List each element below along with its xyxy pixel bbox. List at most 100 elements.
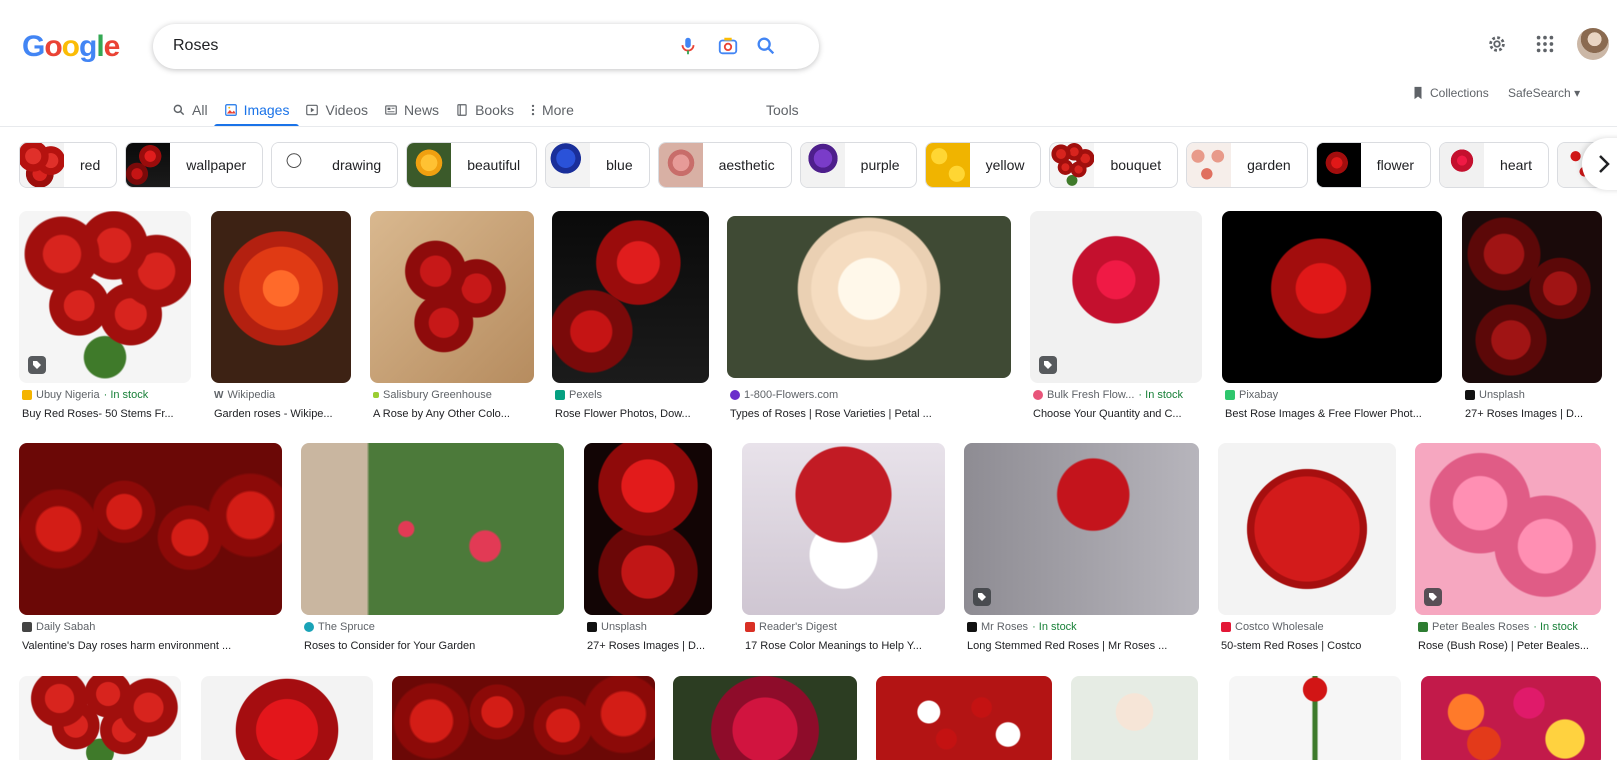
settings-gear-icon[interactable] xyxy=(1486,33,1508,55)
apps-grid-icon[interactable] xyxy=(1534,33,1556,55)
result-image[interactable] xyxy=(1222,211,1442,383)
chip-label: heart xyxy=(1500,157,1532,173)
account-avatar[interactable] xyxy=(1577,28,1609,60)
chip-garden[interactable]: garden xyxy=(1186,142,1308,188)
search-input[interactable]: Roses xyxy=(173,37,218,55)
result-title[interactable]: 50-stem Red Roses | Costco xyxy=(1221,640,1399,652)
result-source[interactable]: Costco Wholesale xyxy=(1221,621,1324,633)
chip-beautiful[interactable]: beautiful xyxy=(406,142,538,188)
result-source[interactable]: Ubuy Nigeria · In stock xyxy=(22,389,148,401)
result-source[interactable]: Salisbury Greenhouse xyxy=(373,389,492,401)
result-title[interactable]: Buy Red Roses- 50 Stems Fr... xyxy=(22,408,194,420)
result-image[interactable] xyxy=(727,216,1011,378)
tab-label: Images xyxy=(243,102,290,118)
chip-label: flower xyxy=(1376,157,1415,173)
tab-images[interactable]: Images xyxy=(213,96,300,127)
result-title[interactable]: Choose Your Quantity and C... xyxy=(1033,408,1205,420)
tools-button[interactable]: Tools xyxy=(766,96,799,124)
result-source[interactable]: Pexels xyxy=(555,389,602,401)
chip-flower[interactable]: flower xyxy=(1315,142,1432,188)
result-image[interactable] xyxy=(211,211,351,383)
favicon-icon xyxy=(1225,390,1235,400)
search-icon[interactable] xyxy=(755,35,777,57)
favicon-icon xyxy=(745,622,755,632)
result-title[interactable]: Valentine's Day roses harm environment .… xyxy=(22,640,285,652)
result-source[interactable]: Bulk Fresh Flow... · In stock xyxy=(1033,389,1183,401)
result-image[interactable] xyxy=(552,211,709,383)
result-image[interactable] xyxy=(19,211,191,383)
chip-thumbnail xyxy=(1050,143,1095,187)
source-name: Ubuy Nigeria xyxy=(36,389,100,401)
result-source[interactable]: Pixabay xyxy=(1225,389,1278,401)
result-image[interactable] xyxy=(201,676,373,760)
chip-purple[interactable]: purple xyxy=(799,142,917,188)
result-title[interactable]: Best Rose Images & Free Flower Phot... xyxy=(1225,408,1445,420)
collections-button[interactable]: Collections xyxy=(1412,86,1489,100)
result-source[interactable]: The Spruce xyxy=(304,621,375,633)
result-title[interactable]: 27+ Roses Images | D... xyxy=(1465,408,1605,420)
result-title[interactable]: Rose Flower Photos, Dow... xyxy=(555,408,712,420)
tab-books[interactable]: Books xyxy=(455,96,514,124)
result-image[interactable] xyxy=(19,443,282,615)
result-source[interactable]: Mr Roses · In stock xyxy=(967,621,1077,633)
result-image[interactable] xyxy=(1071,676,1198,760)
result-source[interactable]: Reader's Digest xyxy=(745,621,837,633)
result-image[interactable] xyxy=(964,443,1199,615)
result-image[interactable] xyxy=(1462,211,1602,383)
result-title[interactable]: Long Stemmed Red Roses | Mr Roses ... xyxy=(967,640,1202,652)
tab-label: More xyxy=(541,102,574,118)
chip-bouquet[interactable]: bouquet xyxy=(1049,142,1179,188)
result-source[interactable]: 1-800-Flowers.com xyxy=(730,389,838,401)
tab-more[interactable]: More xyxy=(530,96,574,124)
chip-aesthetic[interactable]: aesthetic xyxy=(657,142,792,188)
result-image[interactable] xyxy=(1421,676,1601,760)
chip-heart[interactable]: heart xyxy=(1439,142,1549,188)
chip-label: purple xyxy=(860,157,900,173)
favicon-icon xyxy=(555,390,565,400)
result-title[interactable]: Rose (Bush Rose) | Peter Beales... xyxy=(1418,640,1604,652)
result-image[interactable] xyxy=(742,443,945,615)
camera-lens-icon[interactable] xyxy=(717,35,739,57)
result-image[interactable] xyxy=(392,676,655,760)
result-title[interactable]: Types of Roses | Rose Varieties | Petal … xyxy=(730,408,1014,420)
tab-all[interactable]: All xyxy=(172,96,208,124)
result-image[interactable] xyxy=(584,443,712,615)
result-source[interactable]: Unsplash xyxy=(1465,389,1525,401)
tab-label: All xyxy=(192,102,208,118)
favicon-icon xyxy=(22,390,32,400)
result-image[interactable] xyxy=(1030,211,1202,383)
result-title[interactable]: A Rose by Any Other Colo... xyxy=(373,408,537,420)
result-image[interactable] xyxy=(19,676,181,760)
favicon-icon xyxy=(304,622,314,632)
stock-status: · In stock xyxy=(1138,389,1184,401)
result-image[interactable] xyxy=(370,211,534,383)
result-image[interactable] xyxy=(301,443,564,615)
chip-blue[interactable]: blue xyxy=(545,142,650,188)
chip-wallpaper[interactable]: wallpaper xyxy=(125,142,264,188)
tab-videos[interactable]: Videos xyxy=(305,96,368,124)
result-title[interactable]: 17 Rose Color Meanings to Help Y... xyxy=(745,640,948,652)
chip-drawing[interactable]: drawing xyxy=(271,142,399,188)
favicon-icon xyxy=(587,622,597,632)
result-image[interactable] xyxy=(673,676,857,760)
result-source[interactable]: Peter Beales Roses · In stock xyxy=(1418,621,1578,633)
google-logo[interactable]: Google xyxy=(22,30,120,64)
result-source[interactable]: W Wikipedia xyxy=(214,389,275,401)
result-source[interactable]: Daily Sabah xyxy=(22,621,95,633)
result-image[interactable] xyxy=(1218,443,1396,615)
stock-status: · In stock xyxy=(103,389,149,401)
microphone-icon[interactable] xyxy=(677,35,699,57)
result-title[interactable]: Roses to Consider for Your Garden xyxy=(304,640,567,652)
result-source[interactable]: Unsplash xyxy=(587,621,647,633)
result-image[interactable] xyxy=(1415,443,1601,615)
chip-label: wallpaper xyxy=(186,157,247,173)
tab-news[interactable]: News xyxy=(384,96,439,124)
result-image[interactable] xyxy=(1229,676,1401,760)
chip-red[interactable]: red xyxy=(19,142,118,188)
result-title[interactable]: Garden roses - Wikipe... xyxy=(214,408,354,420)
search-box[interactable]: Roses xyxy=(153,24,819,69)
result-title[interactable]: 27+ Roses Images | D... xyxy=(587,640,715,652)
chip-yellow[interactable]: yellow xyxy=(924,142,1042,188)
safesearch-menu[interactable]: SafeSearch ▾ xyxy=(1508,86,1580,100)
result-image[interactable] xyxy=(876,676,1052,760)
